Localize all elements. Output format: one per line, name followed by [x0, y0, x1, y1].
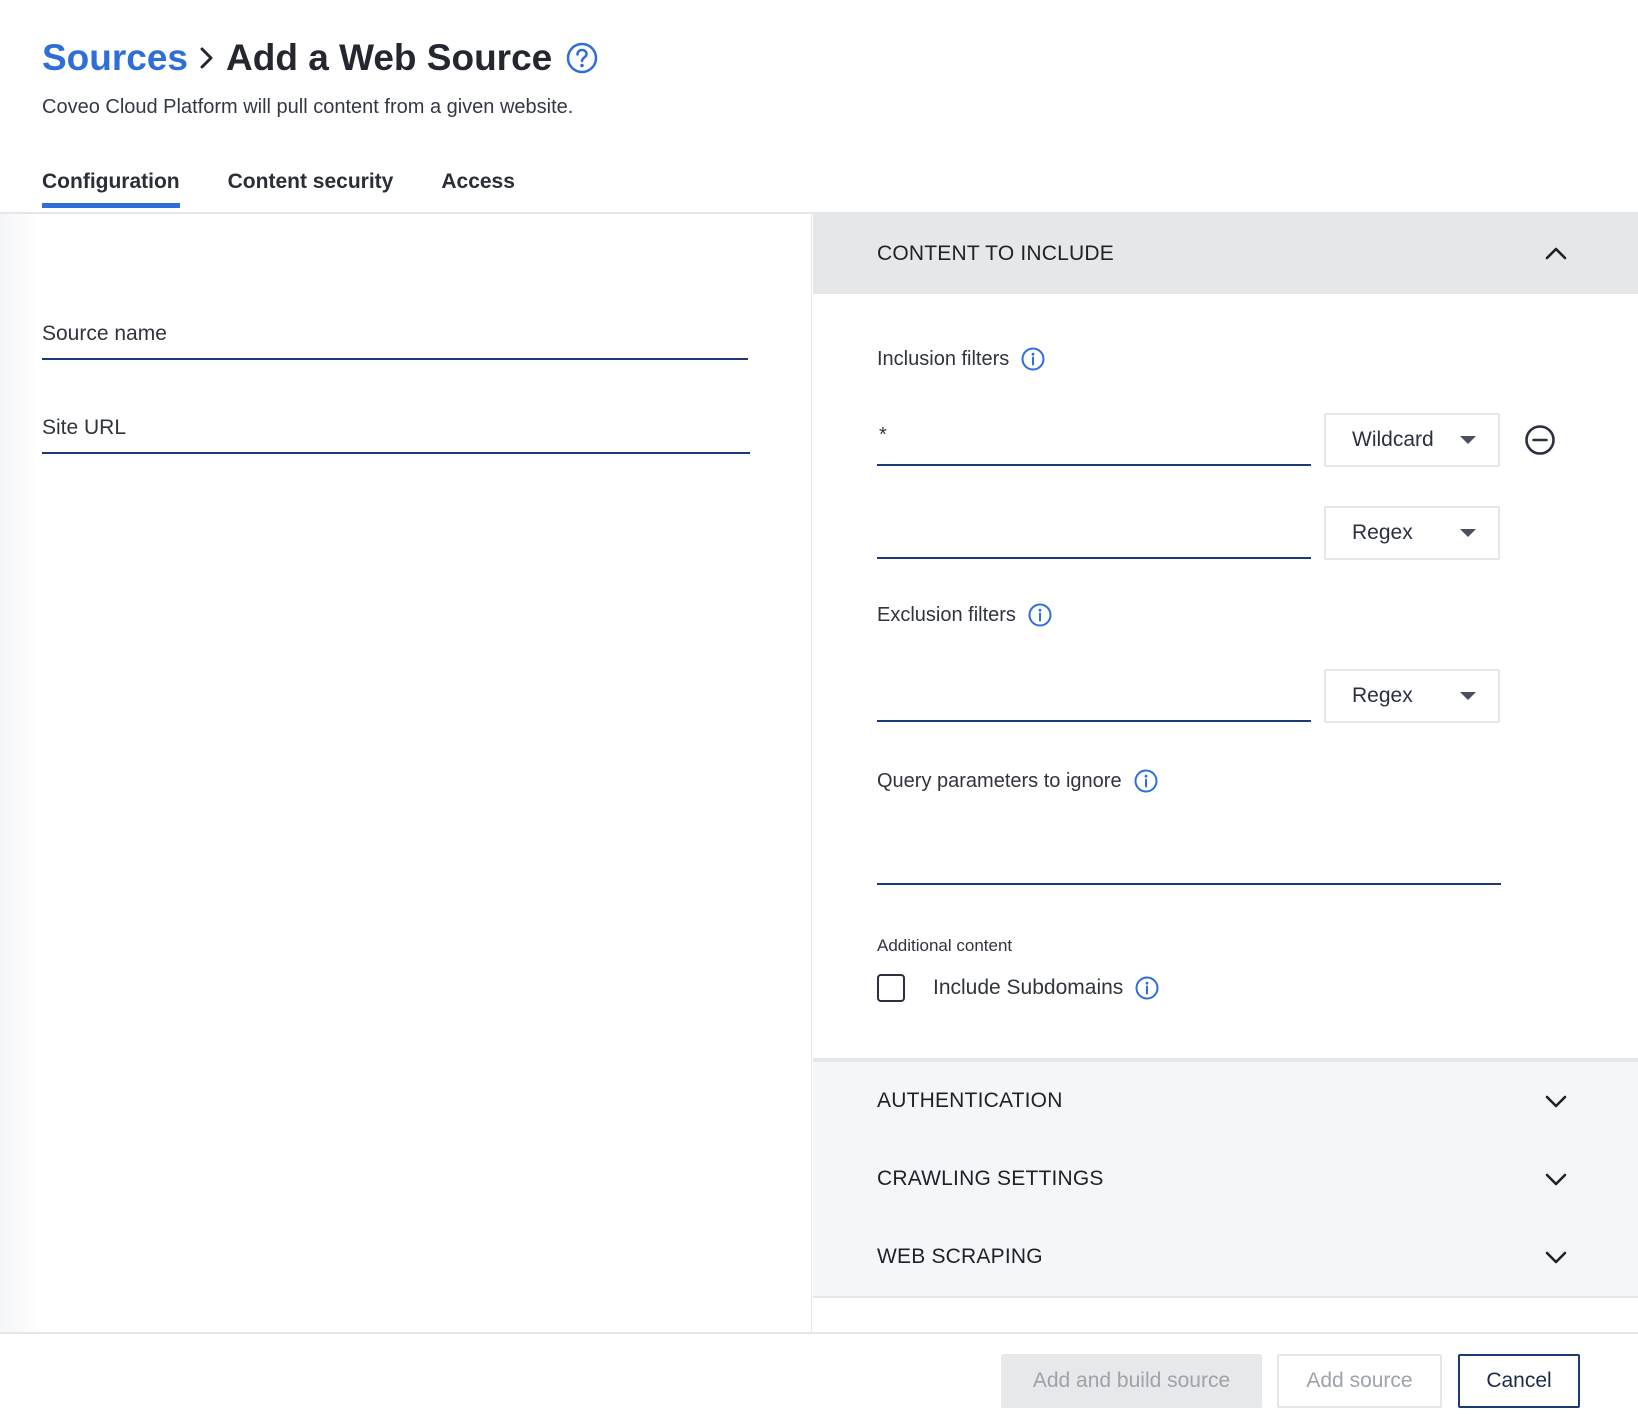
- select-value: Regex: [1352, 521, 1413, 544]
- add-source-button[interactable]: Add source: [1277, 1354, 1442, 1408]
- page-subtitle: Coveo Cloud Platform will pull content f…: [42, 96, 574, 118]
- inclusion-filter-type-select-1[interactable]: Wildcard: [1324, 413, 1500, 467]
- authentication-title: AUTHENTICATION: [877, 1089, 1063, 1112]
- query-params-input[interactable]: [877, 883, 1501, 885]
- select-value: Wildcard: [1352, 428, 1434, 451]
- caret-down-icon: [1460, 529, 1476, 537]
- crawling-settings-title: CRAWLING SETTINGS: [877, 1167, 1104, 1190]
- caret-down-icon: [1460, 436, 1476, 444]
- inclusion-filter-input-1[interactable]: *: [877, 414, 1311, 466]
- crawling-settings-header[interactable]: CRAWLING SETTINGS: [813, 1140, 1638, 1220]
- site-url-underline: [42, 452, 750, 454]
- authentication-header[interactable]: AUTHENTICATION: [813, 1062, 1638, 1142]
- cancel-button[interactable]: Cancel: [1458, 1354, 1580, 1408]
- chevron-up-icon: [1544, 242, 1568, 266]
- page-header: Sources Add a Web Source Coveo Cloud Pla…: [42, 34, 1598, 119]
- add-and-build-source-button[interactable]: Add and build source: [1001, 1354, 1262, 1408]
- general-settings-pane: Source name Site URL: [0, 214, 812, 1332]
- exclusion-filter-input-1[interactable]: [877, 670, 1311, 722]
- tab-configuration[interactable]: Configuration: [42, 170, 180, 208]
- help-icon[interactable]: [566, 42, 598, 74]
- include-subdomains-row: Include Subdomains: [877, 974, 1159, 1002]
- remove-circle-icon[interactable]: [1524, 424, 1556, 456]
- info-icon[interactable]: [1028, 603, 1052, 627]
- footer-action-bar: Add and build source Add source Cancel: [0, 1332, 1638, 1414]
- inclusion-filter-input-2[interactable]: [877, 507, 1311, 559]
- include-subdomains-label: Include Subdomains: [933, 976, 1124, 999]
- web-scraping-title: WEB SCRAPING: [877, 1245, 1043, 1268]
- chevron-down-icon: [1544, 1089, 1568, 1113]
- web-scraping-header[interactable]: WEB SCRAPING: [813, 1218, 1638, 1298]
- source-name-field[interactable]: Source name: [42, 322, 748, 360]
- content-to-include-header[interactable]: CONTENT TO INCLUDE: [813, 214, 1638, 294]
- caret-down-icon: [1460, 692, 1476, 700]
- exclusion-filters-label-row: Exclusion filters: [877, 603, 1052, 627]
- tab-content-security[interactable]: Content security: [228, 170, 394, 208]
- include-subdomains-checkbox[interactable]: [877, 974, 905, 1002]
- content-to-include-title: CONTENT TO INCLUDE: [877, 242, 1114, 265]
- additional-content-label: Additional content: [877, 936, 1013, 955]
- breadcrumb: Sources Add a Web Source: [42, 34, 1598, 82]
- site-url-label: Site URL: [42, 416, 127, 439]
- info-icon[interactable]: [1135, 976, 1159, 1000]
- info-icon[interactable]: [1021, 347, 1045, 371]
- info-icon[interactable]: [1134, 769, 1158, 793]
- inclusion-filters-label-row: Inclusion filters: [877, 347, 1045, 371]
- query-params-label: Query parameters to ignore: [877, 769, 1122, 792]
- chevron-right-icon: [188, 47, 226, 69]
- exclusion-filters-label: Exclusion filters: [877, 603, 1016, 626]
- source-name-label: Source name: [42, 322, 167, 345]
- advanced-settings-pane: CONTENT TO INCLUDE Inclusion filters * W…: [813, 214, 1638, 1332]
- exclusion-filter-type-select-1[interactable]: Regex: [1324, 669, 1500, 723]
- inclusion-filter-type-select-2[interactable]: Regex: [1324, 506, 1500, 560]
- chevron-down-icon: [1544, 1167, 1568, 1191]
- source-name-underline: [42, 358, 748, 360]
- tab-bar: Configuration Content security Access: [42, 170, 515, 208]
- page-title: Add a Web Source: [226, 37, 553, 78]
- chevron-down-icon: [1544, 1245, 1568, 1269]
- query-params-label-row: Query parameters to ignore: [877, 769, 1158, 793]
- tab-access[interactable]: Access: [441, 170, 515, 208]
- site-url-field[interactable]: Site URL: [42, 416, 750, 454]
- select-value: Regex: [1352, 684, 1413, 707]
- add-web-source-page: Sources Add a Web Source Coveo Cloud Pla…: [0, 0, 1638, 1414]
- breadcrumb-sources-link[interactable]: Sources: [42, 37, 188, 79]
- inclusion-filters-label: Inclusion filters: [877, 347, 1010, 370]
